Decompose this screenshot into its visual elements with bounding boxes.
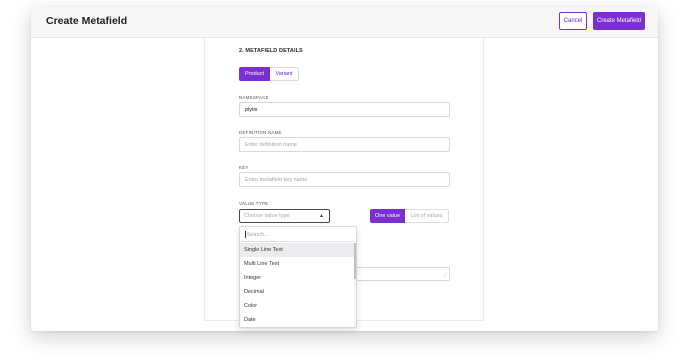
dropdown-search-placeholder: Search... [246,231,269,238]
dropdown-scrollbar-thumb[interactable] [354,243,356,279]
option-decimal[interactable]: Decimal [240,285,354,299]
value-type-dropdown: Search... Single Line Text Multi Line Te… [239,226,357,328]
page-title: Create Metafield [46,15,128,27]
section-title: 2. METAFIELD DETAILS [239,48,303,54]
multiplicity-toggle: One value List of values [370,209,449,223]
value-type-label: VALUE TYPE [239,201,269,206]
dropdown-search-input[interactable]: Search... [241,228,355,242]
key-label: KEY [239,165,249,170]
key-input[interactable]: Enter metafield key name [239,172,450,187]
resize-grip-icon[interactable]: ⟋ [443,273,447,279]
definition-name-input[interactable]: Enter definition name [239,137,450,152]
list-of-values-button[interactable]: List of values [405,209,449,223]
option-date[interactable]: Date [240,313,354,327]
value-type-select[interactable]: Choose value type ▲ [239,209,330,223]
option-integer[interactable]: Integer [240,271,354,285]
option-color[interactable]: Color [240,299,354,313]
text-cursor [245,231,246,238]
caret-up-icon: ▲ [319,213,324,219]
namespace-label: NAMESPACE [239,95,269,100]
dropdown-scrollbar[interactable] [354,243,356,327]
owner-product-button[interactable]: Product [239,67,270,81]
top-bar: Create Metafield Cancel Create Metafield [31,7,658,38]
owner-variant-button[interactable]: Variant [270,67,299,81]
value-type-placeholder: Choose value type [244,213,290,219]
one-value-button[interactable]: One value [370,209,405,223]
namespace-input[interactable]: plytix [239,102,450,117]
cancel-button[interactable]: Cancel [559,12,587,30]
owner-type-toggle: Product Variant [239,67,299,81]
dropdown-options-list: Single Line Text Multi Line Text Integer… [240,243,354,327]
option-single-line-text[interactable]: Single Line Text [240,243,354,257]
create-metafield-button[interactable]: Create Metafield [593,12,645,30]
definition-name-label: DEFINITION NAME [239,130,282,135]
option-multi-line-text[interactable]: Multi Line Text [240,257,354,271]
